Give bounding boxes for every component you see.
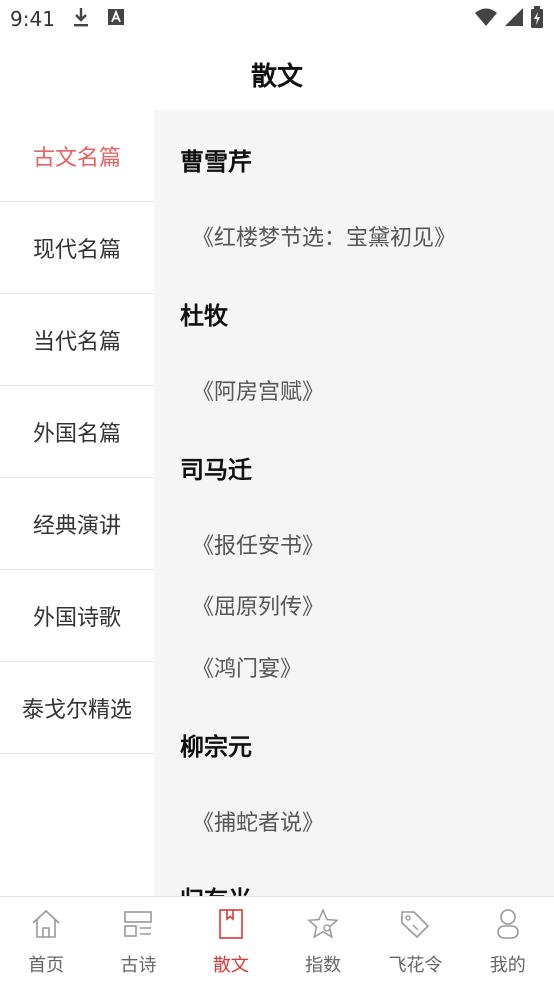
sidebar-item-foreign-poems[interactable]: 外国诗歌 <box>0 570 154 662</box>
author-heading: 曹雪芹 <box>180 148 252 176</box>
tab-poems[interactable]: 古诗 <box>92 897 184 985</box>
work-item[interactable]: 《阿房宫赋》 <box>192 374 324 406</box>
status-right <box>474 5 544 33</box>
status-bar: 9:41 <box>0 0 554 38</box>
author-heading: 柳宗元 <box>180 733 252 761</box>
work-item[interactable]: 《红楼梦节选：宝黛初见》 <box>192 220 456 252</box>
sidebar-item-classical[interactable]: 古文名篇 <box>0 110 154 202</box>
author-heading: 杜牧 <box>180 302 228 330</box>
article-list: 曹雪芹 《红楼梦节选：宝黛初见》 杜牧 《阿房宫赋》 司马迁 《报任安书》 《屈… <box>154 110 554 896</box>
battery-icon <box>530 5 544 33</box>
tab-label: 我的 <box>489 955 526 976</box>
tab-home[interactable]: 首页 <box>0 897 92 985</box>
a-icon <box>107 7 125 31</box>
app-header: 散文 <box>0 38 554 110</box>
tag-icon <box>399 907 431 941</box>
author-heading: 归有光 <box>180 880 252 896</box>
work-item[interactable]: 《报任安书》 <box>192 528 324 560</box>
tab-mine[interactable]: 我的 <box>462 897 554 985</box>
signal-icon <box>504 7 524 32</box>
grid-icon <box>122 907 154 941</box>
work-item[interactable]: 《捕蛇者说》 <box>192 805 324 837</box>
status-time: 9:41 <box>10 7 55 31</box>
wifi-icon <box>474 7 498 32</box>
author-heading: 司马迁 <box>180 456 252 484</box>
tab-index[interactable]: 指数 <box>277 897 369 985</box>
tab-label: 散文 <box>212 955 249 976</box>
sidebar-item-speeches[interactable]: 经典演讲 <box>0 478 154 570</box>
tab-prose[interactable]: 散文 <box>185 897 277 985</box>
category-sidebar: 古文名篇 现代名篇 当代名篇 外国名篇 经典演讲 外国诗歌 泰戈尔精选 <box>0 110 154 896</box>
download-icon <box>71 6 91 33</box>
sidebar-item-contemporary[interactable]: 当代名篇 <box>0 294 154 386</box>
tab-label: 古诗 <box>120 955 157 976</box>
tab-feihualing[interactable]: 飞花令 <box>369 897 461 985</box>
bookmark-icon <box>215 907 247 941</box>
page-title: 散文 <box>250 61 303 92</box>
work-item[interactable]: 《屈原列传》 <box>192 589 324 621</box>
tab-label: 首页 <box>28 955 65 976</box>
user-icon <box>492 907 524 941</box>
work-item[interactable]: 《鸿门宴》 <box>192 651 302 683</box>
status-left: 9:41 <box>10 6 125 33</box>
tab-label: 指数 <box>305 955 342 976</box>
sidebar-item-foreign[interactable]: 外国名篇 <box>0 386 154 478</box>
bottom-tab-bar: 首页 古诗 散文 指数 飞花令 我的 <box>0 896 554 985</box>
sidebar-item-modern[interactable]: 现代名篇 <box>0 202 154 294</box>
tab-label: 飞花令 <box>388 955 443 976</box>
home-icon <box>30 907 62 941</box>
sidebar-item-tagore[interactable]: 泰戈尔精选 <box>0 662 154 754</box>
star-icon <box>307 907 339 941</box>
